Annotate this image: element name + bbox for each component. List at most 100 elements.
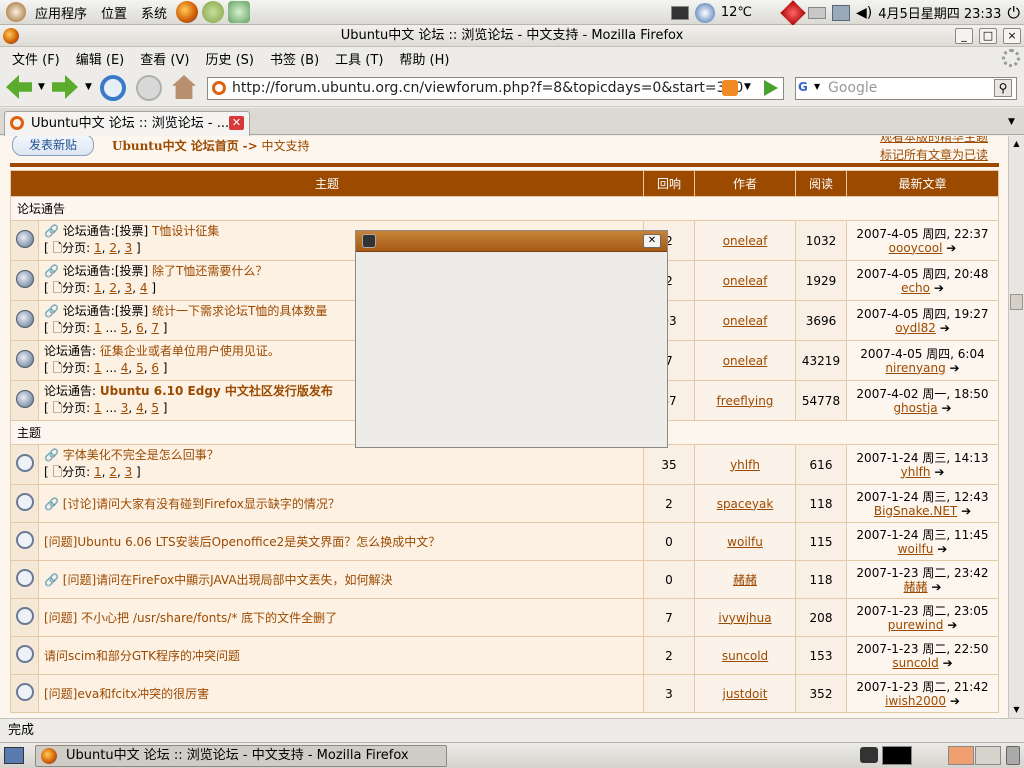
topic-title-link[interactable]: [问题]Ubuntu 6.06 LTS安装后Openoffice2是英文界面？怎… bbox=[44, 535, 440, 549]
taskbar-window-button[interactable]: Ubuntu中文 论坛 :: 浏览论坛 - 中文支持 - Mozilla Fir… bbox=[35, 745, 447, 767]
breadcrumb-forum[interactable]: 中文支持 bbox=[261, 139, 309, 153]
topic-title-link[interactable]: 征集企业或者单位用户使用见证。 bbox=[100, 344, 280, 358]
weather-icon[interactable] bbox=[694, 2, 715, 23]
volume-icon[interactable]: ◀) bbox=[856, 5, 872, 21]
goto-last-post-icon[interactable]: ➔ bbox=[961, 504, 971, 518]
pager-link[interactable]: 4 bbox=[140, 281, 148, 295]
last-post-user-link[interactable]: woilfu bbox=[898, 542, 934, 556]
show-desktop-icon[interactable] bbox=[4, 747, 24, 764]
breadcrumb-home[interactable]: Ubuntu中文 论坛首页 bbox=[112, 139, 239, 153]
goto-last-post-icon[interactable]: ➔ bbox=[937, 542, 947, 556]
goto-last-post-icon[interactable]: ➔ bbox=[940, 321, 950, 335]
last-post-user-link[interactable]: echo bbox=[901, 281, 930, 295]
author-link[interactable]: 赭赭 bbox=[733, 573, 757, 587]
url-history-dropdown-icon[interactable]: ▼ bbox=[744, 82, 751, 92]
author-link[interactable]: oneleaf bbox=[723, 354, 768, 368]
goto-last-post-icon[interactable]: ➔ bbox=[934, 281, 944, 295]
drive-icon[interactable] bbox=[807, 6, 826, 19]
author-link[interactable]: ivywjhua bbox=[718, 611, 771, 625]
topic-title-link[interactable]: T恤设计征集 bbox=[152, 224, 219, 238]
header-last-post[interactable]: 最新文章 bbox=[846, 170, 999, 197]
gimp-launcher-icon[interactable] bbox=[202, 1, 225, 23]
pager-link[interactable]: 1 bbox=[94, 281, 102, 295]
update-notifier-icon[interactable] bbox=[780, 0, 806, 26]
topic-title-link[interactable]: 除了T恤还需要什么？ bbox=[152, 264, 267, 278]
goto-last-post-icon[interactable]: ➔ bbox=[943, 656, 953, 670]
goto-last-post-icon[interactable]: ➔ bbox=[950, 694, 960, 708]
close-button[interactable]: × bbox=[1003, 28, 1021, 44]
topic-title-link[interactable]: [讨论]请问大家有没有碰到Firefox显示缺字的情况？ bbox=[63, 497, 340, 511]
back-history-dropdown-icon[interactable]: ▼ bbox=[38, 82, 45, 92]
last-post-user-link[interactable]: suncold bbox=[892, 656, 938, 670]
pager-link[interactable]: 7 bbox=[151, 321, 159, 335]
last-post-user-link[interactable]: yhlfh bbox=[901, 465, 931, 479]
goto-last-post-icon[interactable]: ➔ bbox=[941, 401, 951, 415]
author-link[interactable]: justdoit bbox=[723, 687, 768, 701]
header-author[interactable]: 作者 bbox=[694, 170, 796, 197]
pager-link[interactable]: 1 bbox=[94, 401, 102, 415]
view-essence-link[interactable]: 观看本版的精华主题 bbox=[880, 136, 988, 145]
pager-link[interactable]: 3 bbox=[121, 401, 129, 415]
author-link[interactable]: woilfu bbox=[727, 535, 763, 549]
maximize-button[interactable]: □ bbox=[979, 28, 997, 44]
clock[interactable]: 4月5日星期四 23:33 bbox=[878, 3, 1001, 22]
topic-title-link[interactable]: [问题]eva和fcitx冲突的很厉害 bbox=[44, 687, 209, 701]
author-link[interactable]: oneleaf bbox=[723, 234, 768, 248]
goto-last-post-icon[interactable]: ➔ bbox=[947, 618, 957, 632]
ubuntu-logo-icon[interactable] bbox=[6, 2, 26, 22]
menu-view[interactable]: 查看 (V) bbox=[132, 49, 197, 68]
menu-edit[interactable]: 编辑 (E) bbox=[68, 49, 133, 68]
topic-title-link[interactable]: [问题] 不小心把 /usr/share/fonts/* 底下的文件全删了 bbox=[44, 611, 337, 625]
popup-close-button[interactable]: ✕ bbox=[643, 234, 661, 248]
places-menu[interactable]: 位置 bbox=[94, 3, 134, 22]
menu-help[interactable]: 帮助 (H) bbox=[391, 49, 457, 68]
last-post-user-link[interactable]: oydl82 bbox=[895, 321, 936, 335]
header-topic[interactable]: 主题 bbox=[10, 170, 644, 197]
popup-titlebar[interactable] bbox=[356, 231, 667, 252]
tab-close-icon[interactable]: ✕ bbox=[229, 116, 244, 130]
author-link[interactable]: suncold bbox=[722, 649, 768, 663]
pager-link[interactable]: 5 bbox=[121, 321, 129, 335]
author-link[interactable]: spaceyak bbox=[717, 497, 774, 511]
scroll-down-arrow-icon[interactable]: ▼ bbox=[1009, 702, 1024, 718]
menu-tools[interactable]: 工具 (T) bbox=[327, 49, 391, 68]
scroll-up-arrow-icon[interactable]: ▲ bbox=[1009, 136, 1024, 152]
author-link[interactable]: oneleaf bbox=[723, 314, 768, 328]
menu-bookmarks[interactable]: 书签 (B) bbox=[262, 49, 327, 68]
power-icon[interactable]: ⏻ bbox=[1007, 3, 1020, 23]
tab-list-dropdown-icon[interactable]: ▼ bbox=[1008, 117, 1015, 127]
pager-link[interactable]: 3 bbox=[125, 241, 133, 255]
screenshot-tray-icon[interactable] bbox=[860, 747, 878, 763]
pager-link[interactable]: 5 bbox=[151, 401, 159, 415]
pager-link[interactable]: 1 bbox=[94, 241, 102, 255]
search-magnifier-icon[interactable]: ⚲ bbox=[994, 79, 1012, 97]
pager-link[interactable]: 1 bbox=[94, 321, 102, 335]
pager-link[interactable]: 1 bbox=[94, 361, 102, 375]
forward-history-dropdown-icon[interactable]: ▼ bbox=[85, 82, 92, 92]
workspace-switcher-1[interactable] bbox=[948, 746, 974, 765]
pager-link[interactable]: 2 bbox=[109, 241, 117, 255]
applications-menu[interactable]: 应用程序 bbox=[28, 3, 94, 22]
network-icon[interactable] bbox=[831, 4, 850, 21]
pager-link[interactable]: 3 bbox=[125, 281, 133, 295]
pager-link[interactable]: 6 bbox=[136, 321, 144, 335]
workspace-switcher-2[interactable] bbox=[975, 746, 1001, 765]
pager-link[interactable]: 4 bbox=[121, 361, 129, 375]
system-monitor-icon[interactable] bbox=[882, 746, 912, 765]
last-post-user-link[interactable]: 赭赭 bbox=[904, 580, 928, 594]
stop-icon[interactable] bbox=[136, 75, 162, 101]
url-bar[interactable]: http://forum.ubuntu.org.cn/viewforum.php… bbox=[207, 77, 784, 100]
music-launcher-icon[interactable] bbox=[228, 1, 251, 23]
pager-link[interactable]: 2 bbox=[109, 281, 117, 295]
author-link[interactable]: freeflying bbox=[717, 394, 774, 408]
topic-title-link[interactable]: 统计一下需求论坛T恤的具体数量 bbox=[152, 304, 327, 318]
system-menu[interactable]: 系统 bbox=[134, 3, 174, 22]
goto-last-post-icon[interactable]: ➔ bbox=[950, 361, 960, 375]
topic-title-link[interactable]: 请问scim和部分GTK程序的冲突问题 bbox=[44, 649, 240, 663]
goto-last-post-icon[interactable]: ➔ bbox=[934, 465, 944, 479]
topic-title-link[interactable]: [问题]请问在FireFox中顯示JAVA出現局部中文丟失，如何解決 bbox=[63, 573, 393, 587]
pager-link[interactable]: 4 bbox=[136, 401, 144, 415]
vertical-scrollbar[interactable]: ▲ ▼ bbox=[1008, 136, 1024, 718]
pager-link[interactable]: 1 bbox=[94, 465, 102, 479]
blank-popup-window[interactable]: ✕ bbox=[355, 230, 668, 448]
